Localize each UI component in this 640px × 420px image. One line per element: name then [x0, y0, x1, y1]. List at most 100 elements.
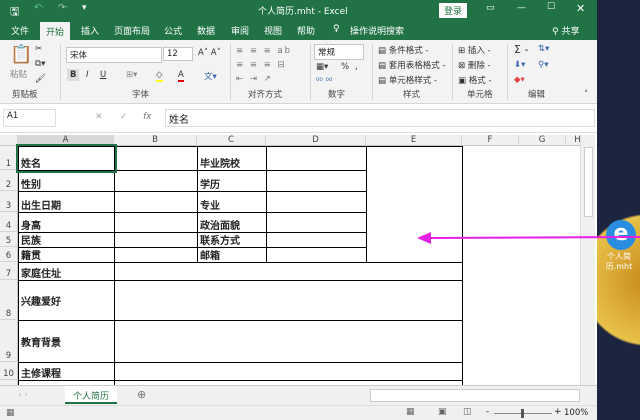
row-header[interactable]: 1: [0, 146, 18, 170]
formula-input[interactable]: 姓名: [165, 109, 595, 127]
customize-qat-icon[interactable]: ▾: [82, 3, 87, 13]
font-color-icon[interactable]: A: [178, 70, 184, 82]
cell-empty[interactable]: [266, 247, 367, 263]
tell-me-search[interactable]: 操作说明搜索: [350, 24, 404, 37]
autosum-button[interactable]: Σ -: [514, 43, 528, 56]
minimize-button[interactable]: —: [517, 3, 526, 13]
column-header-F[interactable]: F: [462, 135, 519, 146]
row-header[interactable]: 10: [0, 362, 18, 380]
row-header[interactable]: 3: [0, 191, 18, 212]
maximize-button[interactable]: ☐: [547, 2, 555, 12]
cell-empty[interactable]: [266, 212, 367, 233]
tab-file[interactable]: 文件: [11, 24, 29, 37]
cell-A5[interactable]: 民族: [18, 232, 115, 248]
cell-A3[interactable]: 出生日期: [18, 191, 115, 213]
row-header[interactable]: 2: [0, 170, 18, 191]
borders-icon[interactable]: ⊞▾: [126, 70, 137, 80]
underline-button[interactable]: U: [100, 70, 106, 80]
cancel-icon[interactable]: ✕: [95, 112, 103, 122]
page-layout-view-icon[interactable]: ▣: [438, 407, 447, 417]
bold-button[interactable]: B: [67, 69, 80, 81]
fill-icon[interactable]: ⬇▾: [514, 60, 525, 70]
paste-button[interactable]: 粘贴: [10, 68, 27, 80]
cell-empty[interactable]: [266, 191, 367, 213]
font-name-select[interactable]: 宋体: [66, 47, 162, 63]
fill-color-icon[interactable]: ◇: [156, 70, 163, 82]
tab-formulas[interactable]: 公式: [164, 24, 182, 37]
row-header[interactable]: 7: [0, 262, 18, 280]
cell-C5[interactable]: 联系方式: [197, 232, 267, 248]
tab-insert[interactable]: 插入: [81, 24, 99, 37]
sort-filter-icon[interactable]: ⇅▾: [538, 44, 549, 54]
comma-button[interactable]: ,: [355, 62, 358, 72]
cell-C4[interactable]: 政治面貌: [197, 212, 267, 233]
cell-empty[interactable]: [114, 247, 198, 263]
cell-empty[interactable]: [114, 262, 463, 281]
clear-icon[interactable]: ◆▾: [514, 75, 525, 85]
column-header-G[interactable]: G: [519, 135, 566, 146]
row-header[interactable]: 6: [0, 247, 18, 262]
tab-data[interactable]: 数据: [197, 24, 215, 37]
percent-button[interactable]: %: [341, 62, 349, 72]
column-header-H[interactable]: H: [566, 135, 580, 146]
cell-C2[interactable]: 学历: [197, 170, 267, 192]
paste-icon[interactable]: 📋: [10, 44, 32, 65]
font-size-select[interactable]: 12: [163, 47, 193, 61]
cell-empty[interactable]: [114, 232, 198, 248]
cell-A10[interactable]: 主修课程: [18, 362, 115, 381]
cell-A6[interactable]: 籍贯: [18, 247, 115, 263]
row-header[interactable]: 4: [0, 212, 18, 232]
vertical-scrollbar[interactable]: [580, 135, 595, 385]
decimal-icons[interactable]: ⁰⁰ ⁰⁰: [316, 77, 332, 87]
cell-empty[interactable]: [114, 212, 198, 233]
cell-empty[interactable]: [266, 232, 367, 248]
cell-styles-button[interactable]: ▤ 单元格样式 -: [378, 74, 437, 86]
cell-empty[interactable]: [114, 280, 463, 321]
enter-icon[interactable]: ✓: [120, 112, 128, 122]
sheet-nav-arrows[interactable]: ‹ ›: [18, 390, 28, 400]
cell-A7[interactable]: 家庭住址: [18, 262, 115, 281]
tab-help[interactable]: 帮助: [297, 24, 315, 37]
column-header-E[interactable]: E: [366, 135, 462, 146]
tab-page-layout[interactable]: 页面布局: [114, 24, 150, 37]
row-header[interactable]: 8: [0, 280, 18, 320]
share-button[interactable]: ⚲ 共享: [552, 24, 579, 37]
conditional-format-button[interactable]: ▤ 条件格式 -: [378, 44, 429, 56]
cut-icon[interactable]: ✂: [35, 44, 42, 54]
column-header-A[interactable]: A: [18, 135, 114, 146]
vertical-scroll-thumb[interactable]: [584, 147, 593, 217]
column-header-B[interactable]: B: [114, 135, 197, 146]
cell-empty[interactable]: [114, 146, 198, 171]
copy-icon[interactable]: ⧉▾: [35, 59, 45, 69]
cell-A4[interactable]: 身高: [18, 212, 115, 233]
row-header[interactable]: 9: [0, 320, 18, 362]
worksheet-grid[interactable]: ABCDEFGH 1 2 3 4 5 6 7 8 9 10 姓名 毕业院校 性别 学历 出生日期 专业 身高 政…: [0, 135, 580, 385]
login-button[interactable]: 登录: [439, 3, 468, 18]
number-format-select[interactable]: 常规: [314, 44, 364, 60]
column-header-C[interactable]: C: [197, 135, 266, 146]
alignment-buttons[interactable]: ≡ ≡ ≡ ab ≡ ≡ ≡ ⊟ ⇤ ⇥ ↗: [236, 44, 292, 86]
insert-cells-button[interactable]: ⊞ 插入 -: [458, 44, 491, 56]
name-box[interactable]: A1: [3, 109, 56, 127]
collapse-ribbon-icon[interactable]: ˄: [584, 90, 588, 100]
cell-A8[interactable]: 兴趣爱好: [18, 280, 115, 321]
cell-C1[interactable]: 毕业院校: [197, 146, 267, 171]
cell-A1[interactable]: 姓名: [16, 144, 117, 173]
find-icon[interactable]: ⚲▾: [538, 60, 549, 70]
ribbon-display-icon[interactable]: ▭: [486, 3, 495, 13]
desktop-icon-label[interactable]: 个人简历.mht: [598, 252, 640, 272]
redo-icon[interactable]: ↷·: [58, 3, 68, 13]
phonetic-icon[interactable]: 文▾: [204, 70, 217, 82]
italic-button[interactable]: I: [86, 70, 89, 80]
sheet-tab-resume[interactable]: 个人简历: [65, 386, 118, 404]
cell-A2[interactable]: 性别: [18, 170, 115, 192]
accounting-icon[interactable]: ▦▾: [316, 62, 328, 72]
column-header-D[interactable]: D: [266, 135, 366, 146]
row-header[interactable]: 5: [0, 232, 18, 247]
tab-review[interactable]: 审阅: [231, 24, 249, 37]
format-painter-icon[interactable]: 🖌: [35, 74, 46, 84]
zoom-level[interactable]: 100%: [564, 408, 588, 418]
cell-empty[interactable]: [114, 170, 198, 192]
cell-C6[interactable]: 邮箱: [197, 247, 267, 263]
cell-empty[interactable]: [114, 362, 463, 381]
